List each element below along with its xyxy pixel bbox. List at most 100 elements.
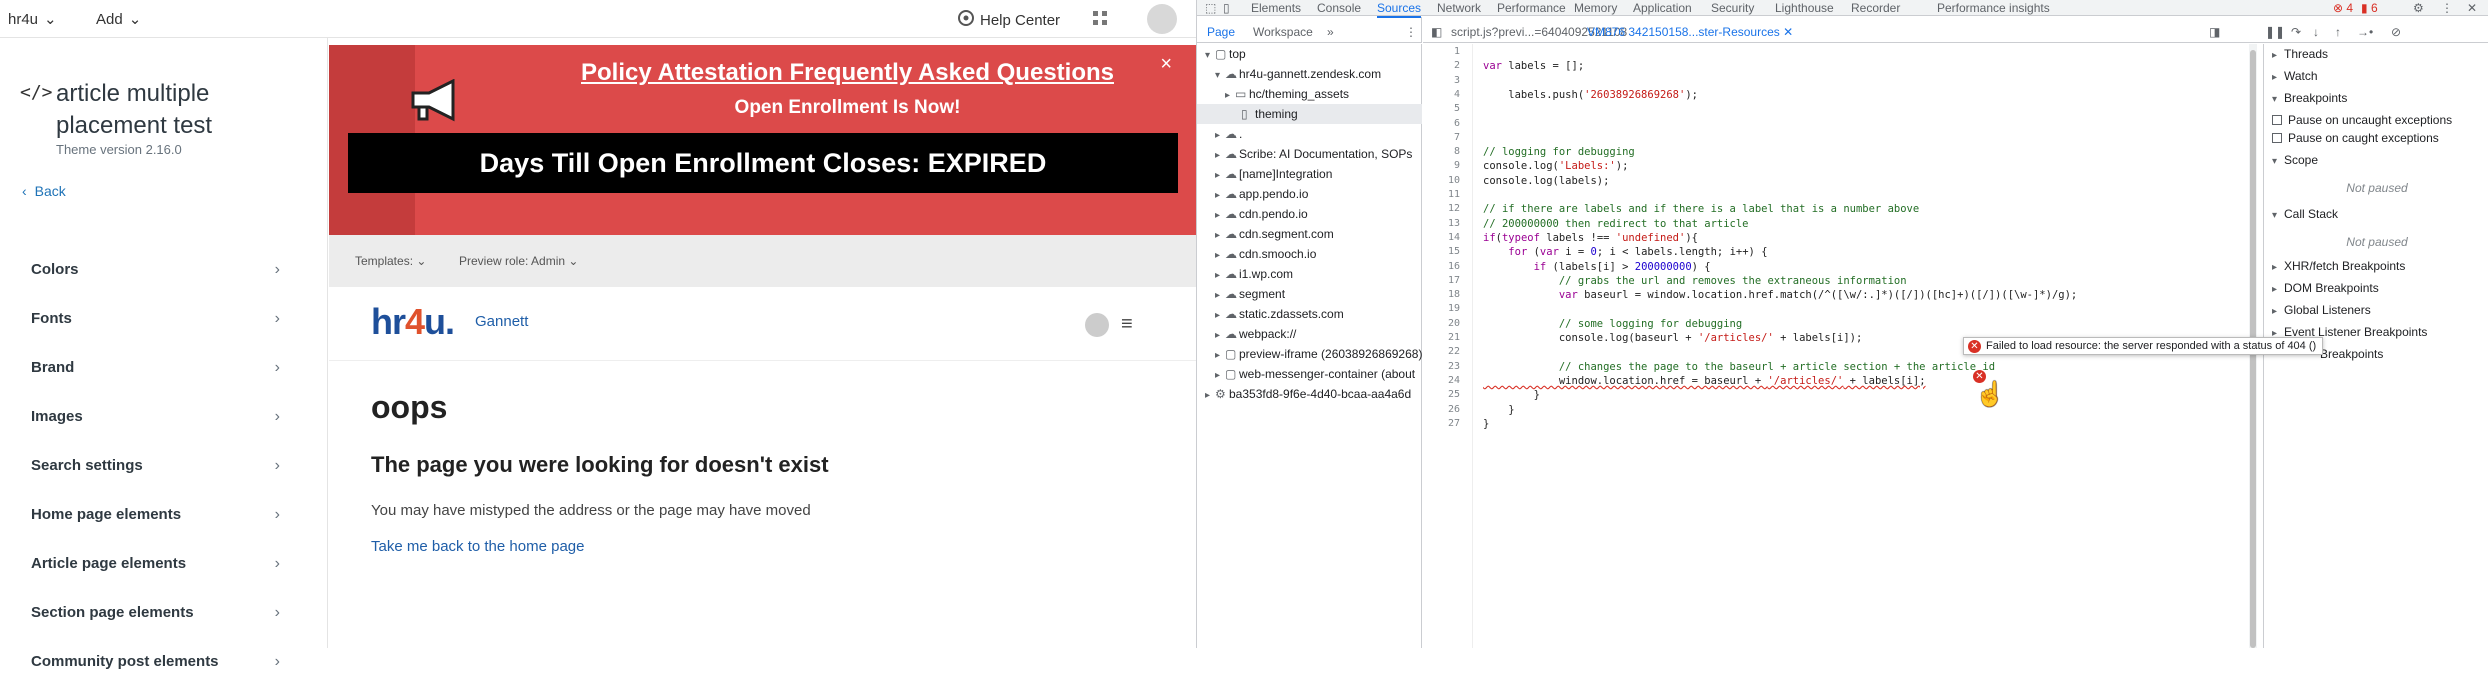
tab-performance[interactable]: Performance xyxy=(1497,0,1566,16)
close-icon[interactable]: × xyxy=(1160,53,1172,76)
step-into-icon[interactable]: ↓ xyxy=(2313,25,2319,39)
line-number[interactable]: 26 xyxy=(1448,404,1460,415)
tree-item[interactable]: ▾ ☁ hr4u-gannett.zendesk.com xyxy=(1215,64,1381,84)
close-icon[interactable]: ✕ xyxy=(1783,25,1793,39)
banner-title-link[interactable]: Policy Attestation Frequently Asked Ques… xyxy=(329,59,1196,87)
tree-item[interactable]: ▸ ☁ static.zdassets.com xyxy=(1215,304,1344,324)
user-avatar[interactable] xyxy=(1147,4,1177,34)
tree-item[interactable]: ▸ ☁ i1.wp.com xyxy=(1215,264,1293,284)
account-switcher[interactable]: hr4u ⌄ xyxy=(8,10,57,29)
tree-item[interactable]: ▸ ▢ web-messenger-container (about xyxy=(1215,364,1415,384)
line-number[interactable]: 21 xyxy=(1448,332,1460,343)
section-call-stack[interactable]: ▾ Call Stack xyxy=(2264,204,2488,224)
line-number[interactable]: 4 xyxy=(1454,89,1460,100)
settings-icon[interactable]: ⚙ xyxy=(2413,0,2424,16)
tree-item[interactable]: ▸ ☁ cdn.segment.com xyxy=(1215,224,1334,244)
tree-item[interactable]: ▸ ☁ [name]Integration xyxy=(1215,164,1332,184)
home-page-link[interactable]: Take me back to the home page xyxy=(371,538,584,555)
line-number[interactable]: 27 xyxy=(1448,418,1460,429)
deactivate-breakpoints-icon[interactable]: ⊘ xyxy=(2391,25,2401,39)
sidebar-item-home-page-elements[interactable]: Home page elements › xyxy=(0,490,328,539)
pause-icon[interactable]: ❚❚ xyxy=(2265,25,2285,39)
section-xhr-breakpoints[interactable]: ▸ XHR/fetch Breakpoints xyxy=(2264,256,2488,276)
sidebar-item-fonts[interactable]: Fonts › xyxy=(0,294,328,343)
line-number[interactable]: 16 xyxy=(1448,261,1460,272)
product-tray-icon[interactable] xyxy=(1092,10,1108,26)
tree-item-selected[interactable]: ▯ theming xyxy=(1197,104,1422,124)
toggle-debugger-icon[interactable]: ◨ xyxy=(2209,25,2220,39)
line-number[interactable]: 12 xyxy=(1448,203,1460,214)
step-icon[interactable]: →• xyxy=(2357,25,2373,39)
tree-item[interactable]: ▸ ☁ webpack:// xyxy=(1215,324,1296,344)
tree-item[interactable]: ▸ ⚙ ba353fd8-9f6e-4d40-bcaa-aa4a6d xyxy=(1205,384,1411,404)
tree-item[interactable]: ▸ ☁. xyxy=(1215,124,1242,144)
section-breakpoints[interactable]: ▾ Breakpoints xyxy=(2264,88,2488,108)
tree-item[interactable]: ▸ ☁ cdn.pendo.io xyxy=(1215,204,1308,224)
back-link[interactable]: ‹ Back xyxy=(22,183,66,199)
line-number[interactable]: 8 xyxy=(1454,146,1460,157)
menu-icon[interactable]: ≡ xyxy=(1121,313,1133,336)
more-options-icon[interactable]: ⋮ xyxy=(2441,0,2453,16)
line-number[interactable]: 15 xyxy=(1448,246,1460,257)
pause-caught-checkbox[interactable]: Pause on caught exceptions xyxy=(2264,128,2488,148)
tab-recorder[interactable]: Recorder xyxy=(1851,0,1900,16)
sidebar-item-images[interactable]: Images › xyxy=(0,392,328,441)
preview-role-dropdown[interactable]: Preview role: Admin ⌄ xyxy=(459,254,578,268)
line-number[interactable]: 13 xyxy=(1448,218,1460,229)
line-number[interactable]: 24 xyxy=(1448,375,1460,386)
line-number[interactable]: 10 xyxy=(1448,175,1460,186)
editor-tab-active[interactable]: VM876 342150158...ster-Resources ✕ xyxy=(1587,25,1793,39)
tab-memory[interactable]: Memory xyxy=(1574,0,1617,16)
tree-item[interactable]: ▸ ☁ app.pendo.io xyxy=(1215,184,1308,204)
help-center-link[interactable]: Help Center xyxy=(958,10,1060,30)
sidebar-item-colors[interactable]: Colors › xyxy=(0,245,328,294)
error-count-badge[interactable]: ⊗ 4 xyxy=(2333,0,2353,16)
tree-item[interactable]: ▸ ▢ preview-iframe (26038926869268) xyxy=(1215,344,1422,364)
tab-sources[interactable]: Sources xyxy=(1377,0,1422,18)
line-number[interactable]: 6 xyxy=(1454,118,1460,129)
section-threads[interactable]: ▸ Threads xyxy=(2264,44,2488,64)
line-number[interactable]: 2 xyxy=(1454,60,1460,71)
tab-elements[interactable]: Elements xyxy=(1251,0,1301,16)
line-number[interactable]: 11 xyxy=(1448,189,1460,200)
sidebar-item-search-settings[interactable]: Search settings › xyxy=(0,441,328,490)
tab-application[interactable]: Application xyxy=(1633,0,1692,16)
tab-console[interactable]: Console xyxy=(1317,0,1361,16)
sidebar-item-community-post-elements[interactable]: Community post elements › xyxy=(0,637,328,686)
hr4u-logo[interactable]: hr4u. xyxy=(371,301,455,343)
step-over-icon[interactable]: ↷ xyxy=(2291,25,2301,39)
tab-security[interactable]: Security xyxy=(1711,0,1754,16)
tree-item[interactable]: ▸ ▭ hc/theming_assets xyxy=(1225,84,1349,104)
line-number[interactable]: 19 xyxy=(1448,303,1460,314)
tab-lighthouse[interactable]: Lighthouse xyxy=(1775,0,1834,16)
line-number[interactable]: 23 xyxy=(1448,361,1460,372)
add-menu[interactable]: Add ⌄ xyxy=(96,10,141,29)
more-options-icon[interactable]: ⋮ xyxy=(1405,25,1417,39)
tree-item[interactable]: ▾ ▢ top xyxy=(1205,44,1246,64)
sidebar-item-article-page-elements[interactable]: Article page elements › xyxy=(0,539,328,588)
pause-uncaught-checkbox[interactable]: Pause on uncaught exceptions xyxy=(2264,110,2488,130)
section-global-listeners[interactable]: ▸ Global Listeners xyxy=(2264,300,2488,320)
inspect-icon[interactable]: ⬚ xyxy=(1205,0,1216,16)
tab-network[interactable]: Network xyxy=(1437,0,1481,16)
toggle-navigator-icon[interactable]: ◧ xyxy=(1431,25,1442,39)
tab-page[interactable]: Page xyxy=(1207,25,1235,39)
tab-workspace[interactable]: Workspace xyxy=(1253,25,1313,39)
section-scope[interactable]: ▾ Scope xyxy=(2264,150,2488,170)
line-number[interactable]: 22 xyxy=(1448,346,1460,357)
more-tabs-icon[interactable]: » xyxy=(1327,25,1334,39)
line-number[interactable]: 18 xyxy=(1448,289,1460,300)
close-icon[interactable]: ✕ xyxy=(2467,0,2477,16)
step-out-icon[interactable]: ↑ xyxy=(2335,25,2341,39)
user-avatar[interactable] xyxy=(1085,313,1109,337)
sidebar-item-section-page-elements[interactable]: Section page elements › xyxy=(0,588,328,637)
templates-dropdown[interactable]: Templates: ⌄ xyxy=(355,254,426,268)
tree-item[interactable]: ▸ ☁ segment xyxy=(1215,284,1285,304)
line-number[interactable]: 9 xyxy=(1454,160,1460,171)
line-number[interactable]: 3 xyxy=(1454,75,1460,86)
line-number[interactable]: 25 xyxy=(1448,389,1460,400)
device-toolbar-icon[interactable]: ▯ xyxy=(1223,0,1230,16)
line-number[interactable]: 20 xyxy=(1448,318,1460,329)
warning-count-badge[interactable]: ▮ 6 xyxy=(2361,0,2378,16)
line-number[interactable]: 14 xyxy=(1448,232,1460,243)
